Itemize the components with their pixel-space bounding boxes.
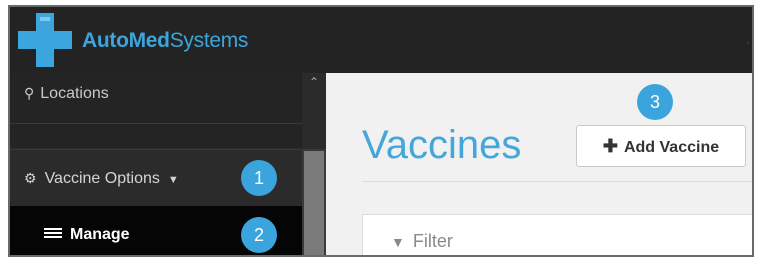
chevron-up-icon[interactable]: ⌃ <box>302 73 326 149</box>
sidebar-spacer <box>10 124 302 148</box>
scrollbar-thumb[interactable] <box>304 151 324 255</box>
top-bar: AutoMedSystems · <box>10 7 752 73</box>
brand-name-part1: AutoMed <box>82 29 170 52</box>
add-vaccine-button[interactable]: ✚ Add Vaccine <box>576 125 746 167</box>
sidebar: ⚲ Locations ⚙ Vaccine Options ▼ Manage ⌃ <box>10 73 326 255</box>
sidebar-scrollbar[interactable]: ⌃ <box>302 73 326 255</box>
caret-down-icon: ▼ <box>167 174 179 186</box>
topbar-edge-mark: · <box>746 35 750 49</box>
sidebar-item-locations[interactable]: ⚲ Locations <box>10 73 302 124</box>
app-window: AutoMedSystems · ⚲ Locations ⚙ Vaccine Opt… <box>8 5 754 257</box>
medical-cross-icon <box>18 13 72 67</box>
divider <box>362 181 752 182</box>
main-content: Vaccines ✚ Add Vaccine ▼ Filter <box>326 73 752 255</box>
filter-icon: ▼ <box>391 234 405 250</box>
filter-input[interactable]: ▼ Filter <box>362 214 752 255</box>
brand-name-part2: Systems <box>169 29 249 52</box>
plus-icon: ✚ <box>602 136 618 156</box>
list-icon <box>44 228 62 240</box>
callout-badge-2: 2 <box>241 217 277 253</box>
gear-icon: ⚙ <box>24 170 37 186</box>
sidebar-item-label: Locations <box>40 85 109 102</box>
add-vaccine-label: Add Vaccine <box>623 139 720 156</box>
map-marker-icon: ⚲ <box>24 85 35 101</box>
sidebar-item-label: Vaccine Options <box>44 170 160 187</box>
callout-badge-3: 3 <box>637 84 673 120</box>
brand-logo-text[interactable]: AutoMedSystems <box>82 29 248 53</box>
sidebar-item-label: Manage <box>70 226 130 243</box>
callout-badge-1: 1 <box>241 160 277 196</box>
filter-placeholder: Filter <box>412 231 453 251</box>
page-title: Vaccines <box>362 123 522 167</box>
